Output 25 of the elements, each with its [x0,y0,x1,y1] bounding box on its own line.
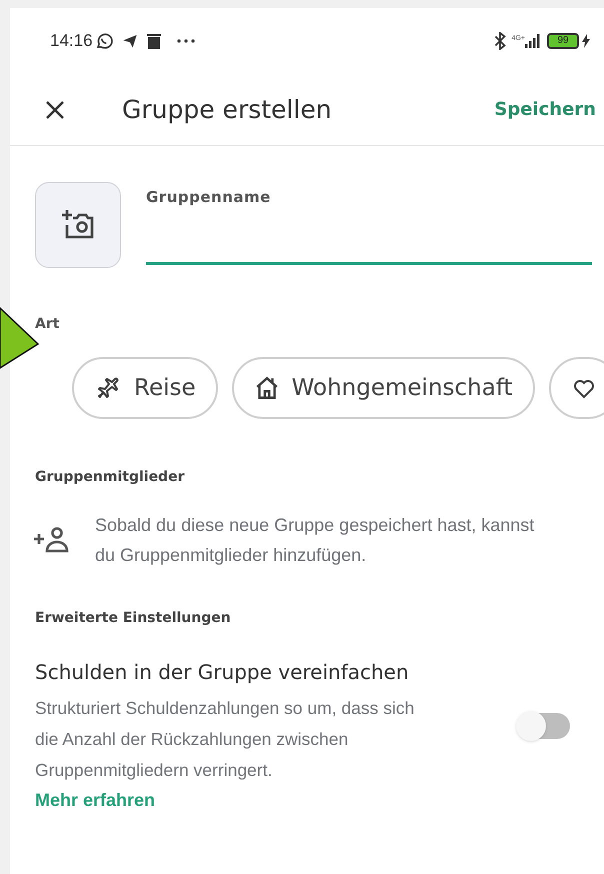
category-chip[interactable]: Wohngemeinschaft [232,357,535,419]
members-heading: Gruppenmitglieder [35,468,184,487]
advanced-heading: Erweiterte Einstellungen [35,609,231,628]
add-person-icon [33,527,71,553]
type-label: Art [35,315,60,334]
category-chip[interactable]: Reise [72,357,218,419]
save-button[interactable]: Speichern [494,96,596,123]
setting-title: Schulden in der Gruppe vereinfachen [35,659,409,686]
charging-icon [582,34,590,48]
signal-icon [525,34,541,48]
members-info: Sobald du diese neue Gruppe gespeichert hast, kannst du Gruppenmitglieder hinzufügen. [95,514,536,567]
screen-title: Gruppe erstellen [122,94,332,126]
house-icon [254,375,280,401]
more-icon [176,39,195,43]
trash-icon [146,33,161,49]
send-icon [120,33,139,49]
chat-bubble-icon [94,32,113,50]
status-time: 14:16 [50,30,93,52]
battery-indicator: 99 [547,33,579,49]
add-photo-button[interactable] [35,182,121,268]
group-name-label: Gruppenname [146,187,272,208]
setting-description: Strukturiert Schuldenzahlungen so um, dass sich die Anzahl der Rückzahlungen zwischen Gruppenmitgliedern verringert. [35,697,416,782]
category-chip[interactable] [548,357,604,419]
bluetooth-icon [494,32,506,50]
add-photo-icon [61,209,95,241]
